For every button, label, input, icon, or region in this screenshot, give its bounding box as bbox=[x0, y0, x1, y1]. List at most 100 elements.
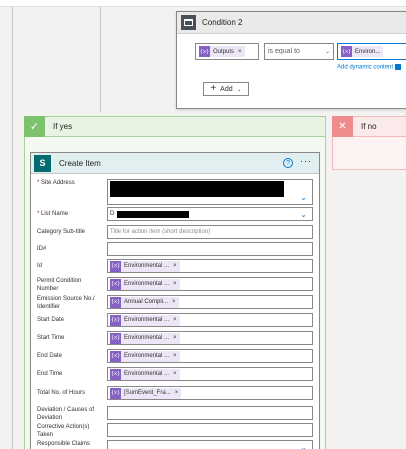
remove-token-icon[interactable]: × bbox=[173, 281, 177, 287]
claims-label: Responsible Claims bbox=[37, 441, 91, 447]
start-date-field[interactable]: {x} Environmental ... × bbox=[107, 313, 313, 327]
id-field[interactable]: {x} Environmental ... × bbox=[107, 259, 313, 273]
chevron-down-icon: ⌄ bbox=[324, 49, 330, 55]
idnum-field[interactable] bbox=[107, 242, 313, 256]
token-label: Environmental ... bbox=[124, 371, 170, 377]
hours-token[interactable]: {x} [SumEvent_Fra... × bbox=[110, 387, 182, 399]
close-icon: ✕ bbox=[332, 116, 353, 137]
claims-field[interactable]: ⌄ bbox=[107, 440, 313, 449]
list-name-row: * List Name D ⌄ bbox=[37, 207, 317, 221]
chevron-down-icon[interactable]: ⌄ bbox=[300, 443, 307, 449]
permit-row: Permit Condition Number {x} Environmenta… bbox=[37, 277, 317, 293]
dynamic-content-icon bbox=[395, 64, 402, 70]
list-name-label: * List Name bbox=[37, 211, 69, 217]
emission-token[interactable]: {x} Annual Compli... × bbox=[110, 296, 179, 308]
token-label: Annual Compli... bbox=[124, 299, 169, 305]
more-options-icon[interactable]: ··· bbox=[300, 156, 312, 166]
idnum-row: ID# bbox=[37, 242, 317, 256]
condition-left-operand[interactable]: {x} Outputs × bbox=[195, 43, 259, 60]
end-date-row: End Date {x} Environmental ... × bbox=[37, 349, 317, 363]
condition-icon bbox=[181, 15, 196, 30]
deviation-label: Deviation / Causes of Deviation bbox=[37, 407, 95, 421]
token-label: Outputs bbox=[213, 48, 235, 55]
expression-icon: {x} bbox=[110, 387, 121, 399]
token-label: [SumEvent_Fra... bbox=[124, 390, 171, 396]
create-item-title: Create Item bbox=[59, 158, 101, 168]
token-label: Environmental ... bbox=[124, 335, 170, 341]
site-address-label: * Site Address bbox=[37, 180, 75, 186]
emission-field[interactable]: {x} Annual Compli... × bbox=[107, 295, 313, 309]
chevron-down-icon[interactable]: ⌄ bbox=[300, 210, 307, 219]
list-name-value: D bbox=[110, 211, 115, 217]
plus-icon: + bbox=[210, 83, 217, 94]
condition-operator-select[interactable]: is equal to ⌄ bbox=[264, 43, 334, 60]
help-icon[interactable]: ? bbox=[283, 158, 293, 168]
remove-token-icon[interactable]: × bbox=[175, 390, 179, 396]
start-time-token[interactable]: {x} Environmental ... × bbox=[110, 332, 180, 344]
start-time-label: Start Time bbox=[37, 335, 65, 341]
token-label: Environmental ... bbox=[124, 263, 170, 269]
end-date-field[interactable]: {x} Environmental ... × bbox=[107, 349, 313, 363]
if-yes-title: If yes bbox=[53, 122, 73, 131]
list-name-field[interactable]: D ⌄ bbox=[107, 207, 313, 221]
if-no-header[interactable]: ✕ If no bbox=[332, 116, 406, 137]
site-address-row: * Site Address ⌄ bbox=[37, 179, 317, 205]
condition-body: {x} Outputs × is equal to ⌄ {x} Environ.… bbox=[177, 34, 406, 109]
expression-icon: {x} bbox=[110, 332, 121, 344]
site-address-field[interactable]: ⌄ bbox=[107, 179, 313, 205]
start-time-field[interactable]: {x} Environmental ... × bbox=[107, 331, 313, 345]
corrective-label: Corrective Action(s) Taken bbox=[37, 424, 90, 438]
outputs-token[interactable]: {x} Outputs × bbox=[199, 46, 245, 57]
permit-field[interactable]: {x} Environmental ... × bbox=[107, 277, 313, 291]
end-time-field[interactable]: {x} Environmental ... × bbox=[107, 367, 313, 381]
expression-icon: {x} bbox=[110, 296, 121, 308]
sharepoint-icon: S bbox=[34, 154, 51, 172]
end-time-token[interactable]: {x} Environmental ... × bbox=[110, 368, 180, 380]
id-row: Id {x} Environmental ... × bbox=[37, 259, 317, 273]
hours-field[interactable]: {x} [SumEvent_Fra... × bbox=[107, 386, 313, 400]
expression-icon: {x} bbox=[110, 350, 121, 362]
chevron-down-icon[interactable]: ⌄ bbox=[300, 193, 307, 202]
condition-right-operand[interactable]: {x} Environ... bbox=[337, 43, 406, 60]
start-date-token[interactable]: {x} Environmental ... × bbox=[110, 314, 180, 326]
remove-token-icon[interactable]: × bbox=[238, 49, 242, 55]
corrective-field[interactable] bbox=[107, 423, 313, 437]
remove-token-icon[interactable]: × bbox=[173, 335, 177, 341]
token-label: Environ... bbox=[355, 48, 381, 55]
create-item-header[interactable]: S Create Item ? ··· bbox=[31, 153, 319, 174]
environ-token[interactable]: {x} Environ... bbox=[341, 46, 384, 57]
condition-title: Condition 2 bbox=[202, 18, 243, 27]
deviation-field[interactable] bbox=[107, 406, 313, 420]
remove-token-icon[interactable]: × bbox=[172, 299, 176, 305]
emission-label: Emission Source No./ Identifier bbox=[37, 296, 95, 310]
start-time-row: Start Time {x} Environmental ... × bbox=[37, 331, 317, 345]
operator-value: is equal to bbox=[268, 48, 300, 55]
if-no-branch bbox=[332, 137, 406, 170]
id-token[interactable]: {x} Environmental ... × bbox=[110, 260, 180, 272]
condition-header[interactable]: Condition 2 bbox=[177, 12, 406, 34]
add-button[interactable]: + Add ⌄ bbox=[203, 82, 249, 96]
permit-token[interactable]: {x} Environmental ... × bbox=[110, 278, 180, 290]
remove-token-icon[interactable]: × bbox=[173, 263, 177, 269]
create-item-card: S Create Item ? ··· * Site Address ⌄ * L… bbox=[30, 152, 320, 449]
start-date-label: Start Date bbox=[37, 317, 65, 323]
if-yes-header[interactable]: ✓ If yes bbox=[24, 116, 326, 137]
deviation-row: Deviation / Causes of Deviation bbox=[37, 406, 317, 422]
remove-token-icon[interactable]: × bbox=[173, 371, 177, 377]
flow-connector-left bbox=[12, 7, 13, 449]
token-label: Environmental ... bbox=[124, 317, 170, 323]
hours-label: Total No. of Hours bbox=[37, 390, 86, 396]
token-label: Environmental ... bbox=[124, 281, 170, 287]
category-field[interactable]: Title for action item (short description… bbox=[107, 225, 313, 239]
add-dynamic-content-link[interactable]: Add dynamic content bbox=[337, 64, 402, 71]
top-strip bbox=[0, 0, 406, 7]
remove-token-icon[interactable]: × bbox=[173, 353, 177, 359]
check-icon: ✓ bbox=[24, 116, 45, 137]
end-date-token[interactable]: {x} Environmental ... × bbox=[110, 350, 180, 362]
expression-icon: {x} bbox=[110, 368, 121, 380]
category-placeholder: Title for action item (short description… bbox=[110, 229, 211, 235]
expression-icon: {x} bbox=[110, 278, 121, 290]
redacted-block bbox=[110, 181, 284, 197]
remove-token-icon[interactable]: × bbox=[173, 317, 177, 323]
expression-icon: {x} bbox=[110, 260, 121, 272]
